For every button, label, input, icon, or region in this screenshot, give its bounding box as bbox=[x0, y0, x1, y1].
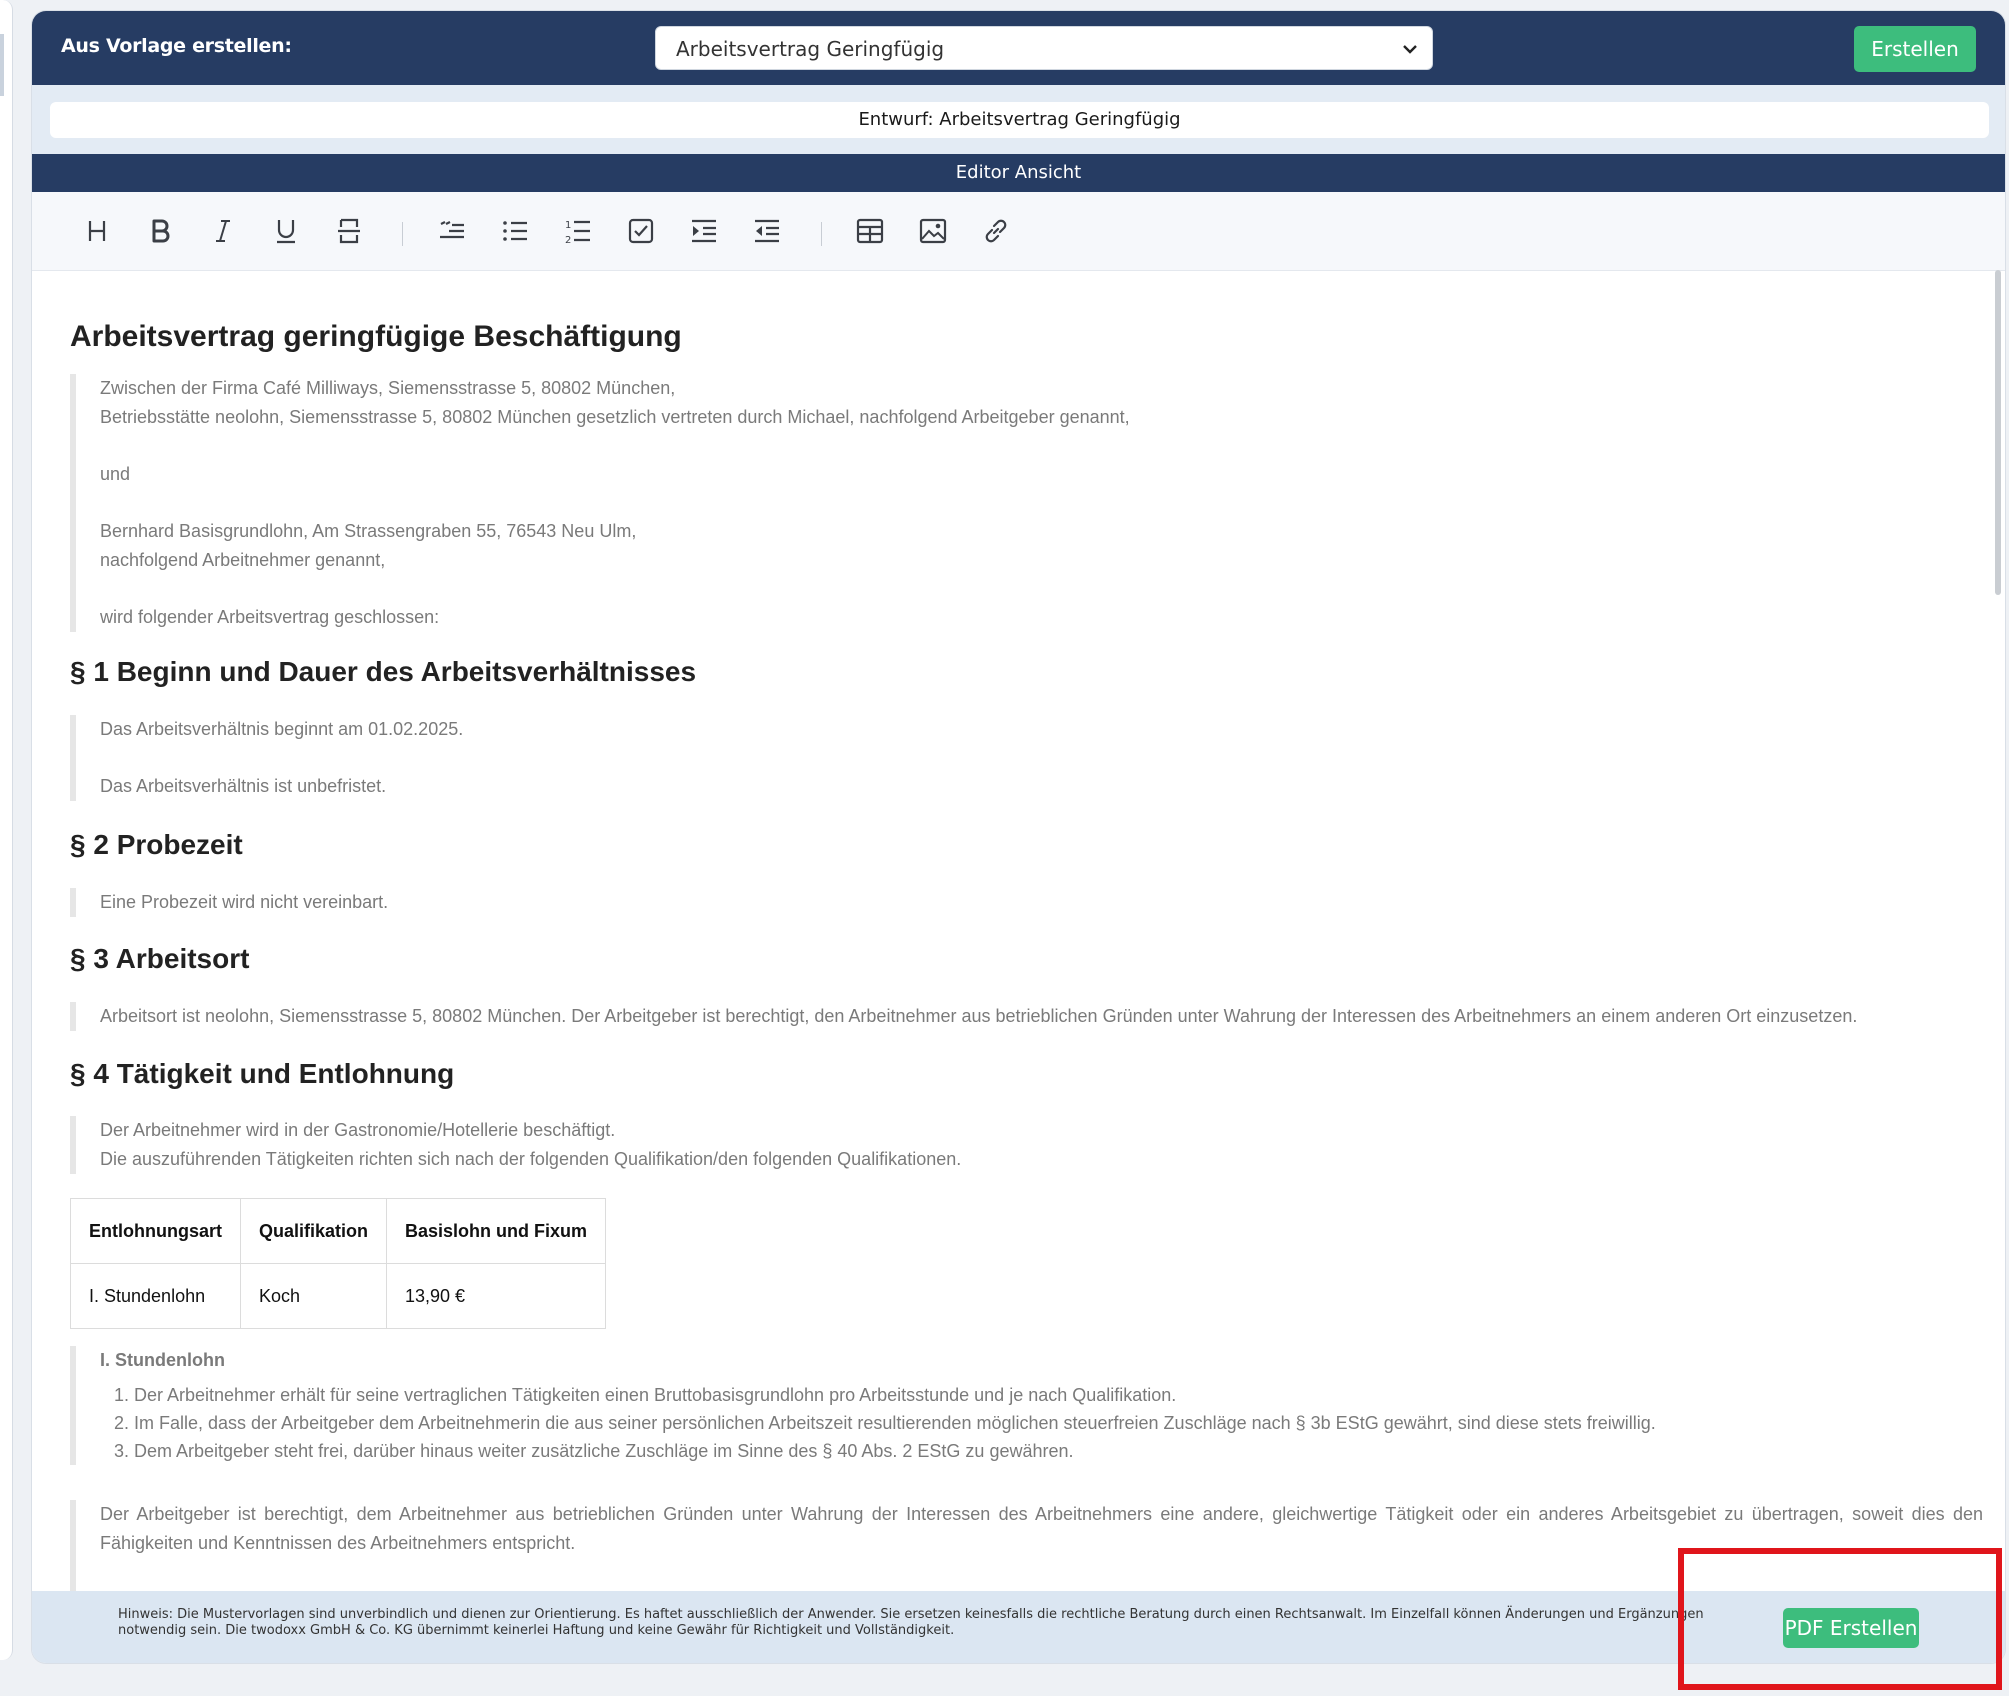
bold-icon[interactable] bbox=[143, 214, 177, 248]
table-header-cell: Entlohnungsart bbox=[70, 1198, 241, 1264]
blockquote-icon[interactable] bbox=[435, 214, 469, 248]
intro-line: Bernhard Basisgrundlohn, Am Strassengrab… bbox=[100, 521, 637, 541]
section-line: Das Arbeitsverhältnis beginnt am 01.02.2… bbox=[100, 719, 464, 739]
content-scrollbar[interactable] bbox=[1995, 270, 2001, 595]
document-content[interactable]: Arbeitsvertrag geringfügige Beschäftigun… bbox=[32, 270, 1992, 1604]
left-sidebar-tab bbox=[0, 34, 4, 96]
table-header-cell: Qualifikation bbox=[239, 1198, 388, 1264]
intro-line: nachfolgend Arbeitnehmer genannt, bbox=[100, 550, 386, 570]
chevron-down-icon bbox=[1403, 45, 1417, 54]
footer-bar: Hinweis: Die Mustervorlagen sind unverbi… bbox=[32, 1591, 2005, 1663]
table-row: I. Stundenlohn Koch 13,90 € bbox=[70, 1263, 607, 1329]
paragraph: Der Arbeitgeber ist berechtigt, dem Arbe… bbox=[100, 1504, 1983, 1553]
intro-line: Betriebsstätte neolohn, Siemensstrasse 5… bbox=[100, 407, 1130, 427]
indent-icon[interactable] bbox=[687, 214, 721, 248]
table-cell: Koch bbox=[239, 1263, 388, 1329]
editor-panel: Aus Vorlage erstellen: Arbeitsvertrag Ge… bbox=[32, 11, 2005, 1663]
template-bar: Aus Vorlage erstellen: Arbeitsvertrag Ge… bbox=[32, 11, 2005, 85]
numbered-list-icon[interactable]: 12 bbox=[561, 214, 595, 248]
section-line: Eine Probezeit wird nicht vereinbart. bbox=[100, 892, 389, 912]
intro-block: Zwischen der Firma Café Milliways, Sieme… bbox=[70, 374, 1130, 632]
section-heading: § 4 Tätigkeit und Entlohnung bbox=[70, 1058, 455, 1089]
heading-icon[interactable] bbox=[80, 214, 114, 248]
link-icon[interactable] bbox=[979, 214, 1013, 248]
svg-text:1: 1 bbox=[565, 220, 571, 231]
intro-line: und bbox=[100, 464, 131, 484]
disclaimer-text: Hinweis: Die Mustervorlagen sind unverbi… bbox=[118, 1607, 1704, 1638]
editor-view-label: Editor Ansicht bbox=[32, 154, 2005, 192]
draft-bar: Entwurf: Arbeitsvertrag Geringfügig bbox=[32, 85, 2005, 165]
toolbar-divider bbox=[402, 222, 403, 246]
section-line: Arbeitsort ist neolohn, Siemensstrasse 5… bbox=[100, 1006, 1858, 1026]
create-button[interactable]: Erstellen bbox=[1854, 26, 1976, 72]
list-item: Dem Arbeitgeber steht frei, darüber hina… bbox=[134, 1437, 1656, 1465]
table-header-cell: Basislohn und Fixum bbox=[386, 1198, 607, 1264]
strikethrough-icon[interactable] bbox=[332, 214, 366, 248]
section-1-block: Das Arbeitsverhältnis beginnt am 01.02.2… bbox=[70, 715, 463, 801]
hourly-wage-block: I. Stundenlohn Der Arbeitnehmer erhält f… bbox=[70, 1346, 1656, 1465]
underline-icon[interactable] bbox=[269, 214, 303, 248]
section-line: Die auszuführenden Tätigkeiten richten s… bbox=[100, 1149, 962, 1169]
hourly-wage-list: Der Arbeitnehmer erhält für seine vertra… bbox=[100, 1381, 1656, 1465]
italic-icon[interactable] bbox=[206, 214, 240, 248]
template-select[interactable]: Arbeitsvertrag Geringfügig bbox=[655, 26, 1433, 70]
svg-text:2: 2 bbox=[565, 235, 571, 246]
intro-line: Zwischen der Firma Café Milliways, Sieme… bbox=[100, 378, 676, 398]
bullet-list-icon[interactable] bbox=[498, 214, 532, 248]
hourly-wage-heading: I. Stundenlohn bbox=[100, 1350, 225, 1370]
section-4-block: Der Arbeitnehmer wird in der Gastronomie… bbox=[70, 1116, 961, 1174]
draft-title: Entwurf: Arbeitsvertrag Geringfügig bbox=[50, 102, 1989, 138]
template-select-value: Arbeitsvertrag Geringfügig bbox=[676, 37, 945, 61]
section-heading: § 1 Beginn und Dauer des Arbeitsverhältn… bbox=[70, 656, 697, 687]
section-4-paragraphs: Der Arbeitgeber ist berechtigt, dem Arbe… bbox=[70, 1500, 1983, 1604]
table-icon[interactable] bbox=[853, 214, 887, 248]
table-cell: I. Stundenlohn bbox=[70, 1263, 241, 1329]
list-item: Im Falle, dass der Arbeitgeber dem Arbei… bbox=[134, 1409, 1656, 1437]
intro-line: wird folgender Arbeitsvertrag geschlosse… bbox=[100, 607, 440, 627]
list-item: Der Arbeitnehmer erhält für seine vertra… bbox=[134, 1381, 1656, 1409]
pdf-create-button[interactable]: PDF Erstellen bbox=[1783, 1608, 1919, 1648]
table-cell: 13,90 € bbox=[386, 1263, 607, 1329]
document-title: Arbeitsvertrag geringfügige Beschäftigun… bbox=[70, 320, 682, 353]
section-line: Der Arbeitnehmer wird in der Gastronomie… bbox=[100, 1120, 616, 1140]
template-label: Aus Vorlage erstellen: bbox=[61, 35, 292, 57]
outdent-icon[interactable] bbox=[750, 214, 784, 248]
section-heading: § 3 Arbeitsort bbox=[70, 943, 250, 974]
left-sidebar-edge bbox=[0, 0, 13, 1660]
editor-toolbar: 12 bbox=[32, 192, 2005, 271]
section-line: Das Arbeitsverhältnis ist unbefristet. bbox=[100, 776, 387, 796]
section-heading: § 2 Probezeit bbox=[70, 829, 243, 860]
table-header-row: Entlohnungsart Qualifikation Basislohn u… bbox=[70, 1198, 607, 1264]
section-2-block: Eine Probezeit wird nicht vereinbart. bbox=[70, 888, 388, 917]
toolbar-divider bbox=[821, 222, 822, 246]
image-icon[interactable] bbox=[916, 214, 950, 248]
pay-table: Entlohnungsart Qualifikation Basislohn u… bbox=[70, 1198, 607, 1329]
section-3-block: Arbeitsort ist neolohn, Siemensstrasse 5… bbox=[70, 1002, 1857, 1031]
checklist-icon[interactable] bbox=[624, 214, 658, 248]
